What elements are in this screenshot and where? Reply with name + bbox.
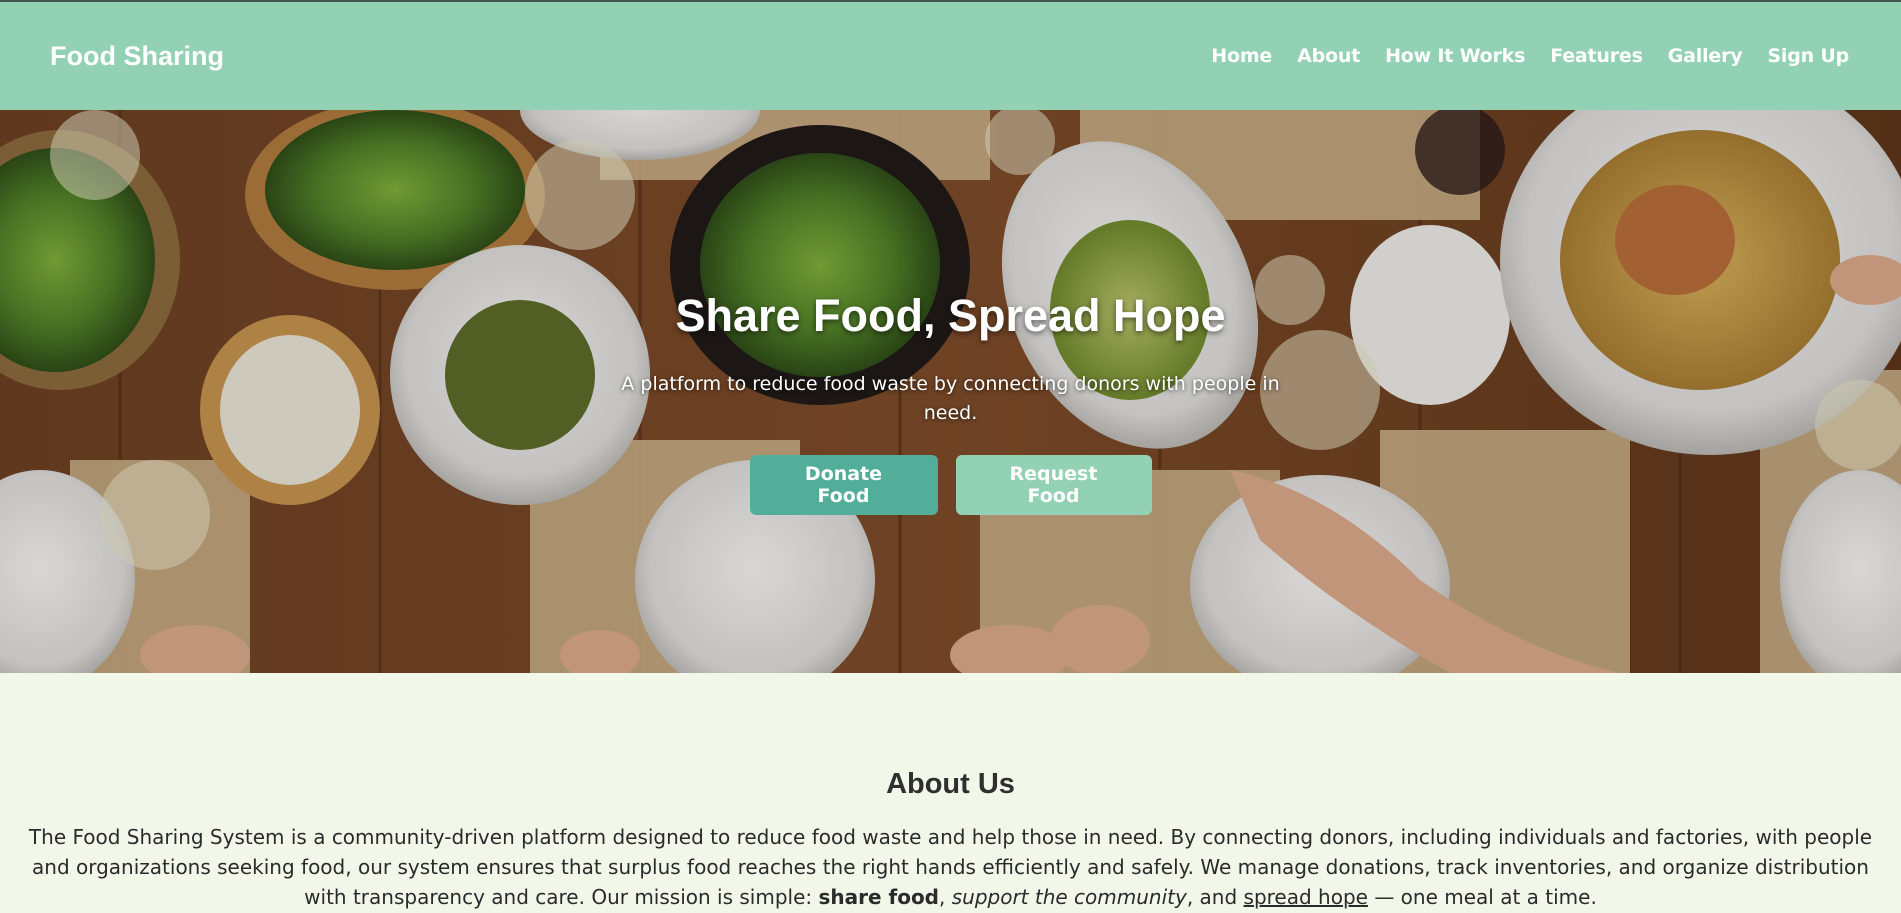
request-food-button[interactable]: Request Food (955, 455, 1152, 515)
hero-buttons: Donate Food Request Food (0, 455, 1901, 515)
nav-link-about[interactable]: About (1297, 45, 1360, 67)
hero-section: Share Food, Spread Hope A platform to re… (0, 110, 1901, 673)
about-text-outro: — one meal at a time. (1367, 885, 1597, 909)
nav-link-home[interactable]: Home (1211, 45, 1272, 67)
navbar: Food Sharing Home About How It Works Fea… (0, 2, 1901, 110)
about-section: About Us The Food Sharing System is a co… (0, 673, 1901, 912)
nav-link-features[interactable]: Features (1550, 45, 1643, 67)
hero-title: Share Food, Spread Hope (675, 290, 1226, 341)
about-text-sep-2: , and (1186, 885, 1244, 909)
about-text-share-food: share food (818, 885, 939, 909)
about-title: About Us (886, 768, 1015, 800)
about-text-sep-1: , (939, 885, 952, 909)
hero-content: Share Food, Spread Hope A platform to re… (0, 290, 1901, 515)
nav-link-gallery[interactable]: Gallery (1668, 45, 1743, 67)
about-text-support-community: support the community (951, 885, 1187, 909)
nav-menu: Home About How It Works Features Gallery… (1211, 45, 1851, 67)
donate-food-button[interactable]: Donate Food (749, 455, 938, 515)
nav-link-how-it-works[interactable]: How It Works (1385, 45, 1525, 67)
about-text: The Food Sharing System is a community-d… (16, 822, 1886, 912)
nav-link-sign-up[interactable]: Sign Up (1767, 45, 1849, 67)
about-text-spread-hope: spread hope (1243, 885, 1368, 909)
brand-logo[interactable]: Food Sharing (50, 41, 224, 72)
hero-subtitle: A platform to reduce food waste by conne… (621, 373, 1280, 424)
